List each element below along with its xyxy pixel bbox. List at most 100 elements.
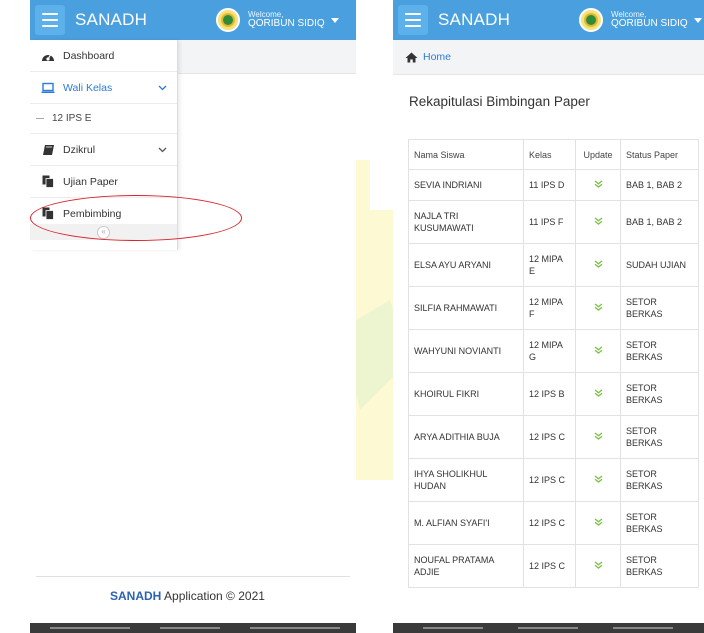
breadcrumb-home-link[interactable]: Home	[423, 51, 451, 63]
school-logo-icon	[216, 8, 240, 32]
table-row[interactable]: NOUFAL PRATAMA ADJIE 12 IPS C SETOR BERKAS	[408, 544, 699, 588]
table-row[interactable]: ELSA AYU ARYANI 12 MIPA E SUDAH UJIAN	[408, 243, 699, 287]
laptop-icon	[41, 81, 55, 95]
cell-kelas: 12 MIPA F	[523, 286, 576, 330]
table-row[interactable]: M. ALFIAN SYAFI'I 12 IPS C SETOR BERKAS	[408, 501, 699, 545]
cell-nama-siswa: ELSA AYU ARYANI	[408, 243, 524, 287]
user-name: QORIBUN SIDIQ	[611, 17, 688, 29]
chevron-double-down-icon	[594, 303, 602, 311]
highlight-annotation	[30, 195, 242, 241]
app-brand[interactable]: SANADH	[75, 10, 147, 30]
cell-status-paper: BAB 1, BAB 2	[620, 200, 699, 244]
caret-down-icon	[693, 17, 702, 23]
update-cell[interactable]	[575, 458, 621, 502]
sidebar-subitem-label: 12 IPS E	[52, 113, 92, 124]
page-header-strip	[178, 40, 356, 74]
cell-nama-siswa: NOUFAL PRATAMA ADJIE	[408, 544, 524, 588]
app-brand[interactable]: SANADH	[438, 10, 510, 30]
sidebar-item-label: Dashboard	[63, 49, 115, 62]
chevron-double-down-icon	[594, 180, 602, 188]
column-header-kelas[interactable]: Kelas	[523, 139, 576, 170]
menu-toggle-button[interactable]	[398, 5, 428, 35]
table-row[interactable]: KHOIRUL FIKRI 12 IPS B SETOR BERKAS	[408, 372, 699, 416]
chevron-down-icon	[158, 144, 167, 156]
cell-status-paper: SETOR BERKAS	[620, 372, 699, 416]
table-row[interactable]: NAJLA TRI KUSUMAWATI 11 IPS F BAB 1, BAB 2	[408, 200, 699, 244]
column-header-update[interactable]: Update	[575, 139, 621, 170]
cell-kelas: 12 IPS C	[523, 415, 576, 459]
right-phone-screen: SANADH Welcome, QORIBUN SIDIQ Home Rekap…	[393, 0, 704, 633]
cell-status-paper: SETOR BERKAS	[620, 329, 699, 373]
user-menu[interactable]: Welcome, QORIBUN SIDIQ	[579, 0, 702, 40]
menu-toggle-button[interactable]	[35, 5, 65, 35]
sidebar-item-label: Wali Kelas	[63, 81, 113, 94]
update-cell[interactable]	[575, 372, 621, 416]
cell-status-paper: SETOR BERKAS	[620, 544, 699, 588]
column-header-nama[interactable]: Nama Siswa	[408, 139, 524, 170]
table-row[interactable]: WAHYUNI NOVIANTI 12 MIPA G SETOR BERKAS	[408, 329, 699, 373]
column-header-status[interactable]: Status Paper	[620, 139, 699, 170]
cell-nama-siswa: SILFIA RAHMAWATI	[408, 286, 524, 330]
sidebar-item-label: Ujian Paper	[63, 175, 118, 188]
system-navigation-bar	[30, 623, 356, 633]
sidebar-item-dzikrul[interactable]: Dzikrul	[30, 134, 177, 166]
sidebar-item-label: Dzikrul	[63, 143, 96, 156]
update-cell[interactable]	[575, 329, 621, 373]
cell-kelas: 12 IPS C	[523, 544, 576, 588]
footer-text: Application © 2021	[164, 589, 265, 603]
chevron-double-down-icon	[594, 346, 602, 354]
update-cell[interactable]	[575, 200, 621, 244]
cell-kelas: 12 IPS C	[523, 458, 576, 502]
cell-status-paper: SETOR BERKAS	[620, 286, 699, 330]
sidebar-item-wali-kelas[interactable]: Wali Kelas	[30, 72, 177, 104]
chevron-double-down-icon	[594, 432, 602, 440]
cell-nama-siswa: ARYA ADITHIA BUJA	[408, 415, 524, 459]
update-cell[interactable]	[575, 243, 621, 287]
user-menu[interactable]: Welcome, QORIBUN SIDIQ	[216, 0, 339, 40]
system-navigation-bar	[393, 623, 704, 633]
welcome-label: Welcome,	[248, 9, 284, 19]
left-phone-screen: SANADH Welcome, QORIBUN SIDIQ Dashboard …	[30, 0, 356, 633]
cell-kelas: 12 MIPA G	[523, 329, 576, 373]
table-row[interactable]: IHYA SHOLIKHUL HUDAN 12 IPS C SETOR BERKAS	[408, 458, 699, 502]
update-cell[interactable]	[575, 415, 621, 459]
breadcrumb: Home	[393, 40, 704, 75]
page-title: Rekapitulasi Bimbingan Paper	[409, 94, 590, 109]
table-row[interactable]: SILFIA RAHMAWATI 12 MIPA F SETOR BERKAS	[408, 286, 699, 330]
school-logo-icon	[579, 8, 603, 32]
caret-down-icon	[330, 17, 339, 23]
cell-kelas: 12 MIPA E	[523, 243, 576, 287]
cell-nama-siswa: M. ALFIAN SYAFI'I	[408, 501, 524, 545]
copy-icon	[41, 175, 55, 189]
update-cell[interactable]	[575, 501, 621, 545]
table-row[interactable]: ARYA ADITHIA BUJA 12 IPS C SETOR BERKAS	[408, 415, 699, 459]
footer: SANADH Application © 2021	[110, 589, 265, 603]
cell-nama-siswa: KHOIRUL FIKRI	[408, 372, 524, 416]
update-cell[interactable]	[575, 544, 621, 588]
sidebar-subitem-12-ips-e[interactable]: 12 IPS E	[30, 104, 177, 134]
cell-kelas: 12 IPS C	[523, 501, 576, 545]
cell-kelas: 11 IPS D	[523, 169, 576, 201]
cell-status-paper: BAB 1, BAB 2	[620, 169, 699, 201]
chevron-double-down-icon	[594, 475, 602, 483]
app-bar: SANADH Welcome, QORIBUN SIDIQ	[30, 0, 356, 40]
sidebar-item-ujian-paper[interactable]: Ujian Paper	[30, 166, 177, 198]
cell-status-paper: SETOR BERKAS	[620, 458, 699, 502]
home-icon	[405, 52, 418, 63]
sidebar-item-dashboard[interactable]: Dashboard	[30, 40, 177, 72]
cell-kelas: 12 IPS B	[523, 372, 576, 416]
cell-status-paper: SETOR BERKAS	[620, 415, 699, 459]
table-header-row: Nama Siswa Kelas Update Status Paper	[408, 139, 699, 170]
footer-divider	[36, 576, 350, 577]
footer-brand: SANADH	[110, 589, 162, 603]
table-row[interactable]: SEVIA INDRIANI 11 IPS D BAB 1, BAB 2	[408, 169, 699, 201]
cell-status-paper: SETOR BERKAS	[620, 501, 699, 545]
chevron-double-down-icon	[594, 389, 602, 397]
table-body: SEVIA INDRIANI 11 IPS D BAB 1, BAB 2 NAJLA …	[408, 169, 699, 588]
chevron-double-down-icon	[594, 217, 602, 225]
app-bar: SANADH Welcome, QORIBUN SIDIQ	[393, 0, 704, 40]
rekap-table-container: Nama Siswa Kelas Update Status Paper SEV…	[408, 139, 699, 588]
cell-nama-siswa: SEVIA INDRIANI	[408, 169, 524, 201]
update-cell[interactable]	[575, 169, 621, 201]
update-cell[interactable]	[575, 286, 621, 330]
